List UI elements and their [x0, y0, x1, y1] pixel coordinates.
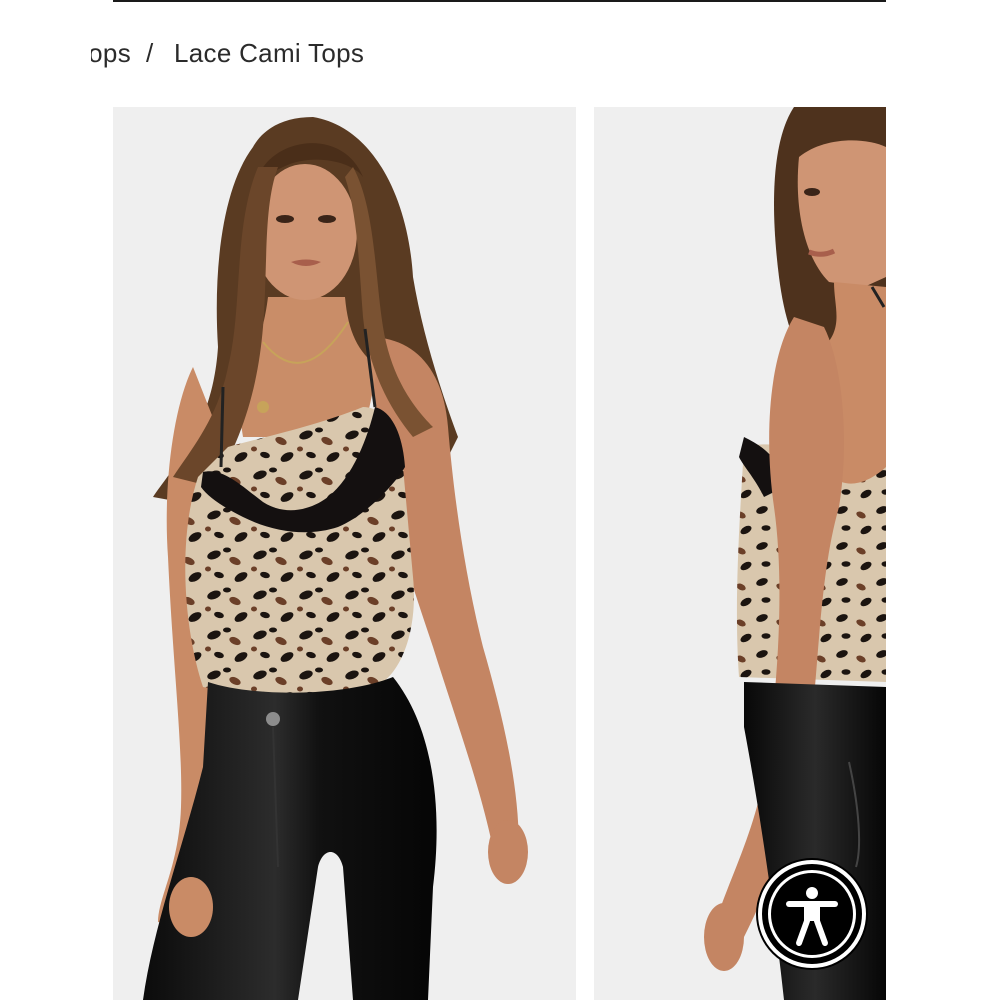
- model-side-illustration: [594, 107, 886, 1000]
- accessibility-person-icon: [786, 887, 838, 946]
- product-image-gallery: [113, 107, 886, 1000]
- model-front-illustration: [113, 107, 576, 1000]
- breadcrumb-current: Lace Cami Tops: [174, 38, 365, 68]
- product-image-front[interactable]: [113, 107, 576, 1000]
- breadcrumb: Tops / Lace Cami Tops: [0, 34, 1000, 74]
- breadcrumb-separator: /: [146, 38, 154, 68]
- product-page: Tops / Lace Cami Tops: [0, 0, 1000, 1000]
- breadcrumb-link-tops[interactable]: Tops: [91, 38, 131, 69]
- accessibility-button[interactable]: [758, 860, 866, 968]
- accessibility-button-ring: [768, 870, 856, 958]
- header-divider: [113, 0, 886, 2]
- product-image-side[interactable]: [594, 107, 886, 1000]
